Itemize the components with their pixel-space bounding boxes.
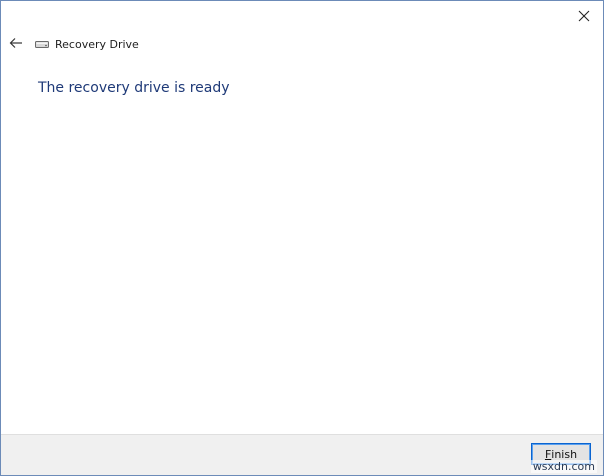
wizard-title-text: Recovery Drive — [55, 37, 139, 51]
wizard-title: Recovery Drive — [35, 36, 139, 52]
close-icon — [578, 10, 590, 22]
button-bar: Finish — [1, 434, 603, 475]
page-heading: The recovery drive is ready — [38, 80, 230, 96]
drive-icon — [35, 39, 49, 49]
close-button[interactable] — [573, 5, 595, 27]
back-arrow-icon — [9, 38, 22, 48]
finish-button-label: inish — [551, 447, 578, 461]
watermark: wsxdn.com — [530, 460, 597, 473]
recovery-drive-window: Recovery Drive The recovery drive is rea… — [0, 0, 604, 476]
back-button[interactable] — [7, 35, 25, 51]
